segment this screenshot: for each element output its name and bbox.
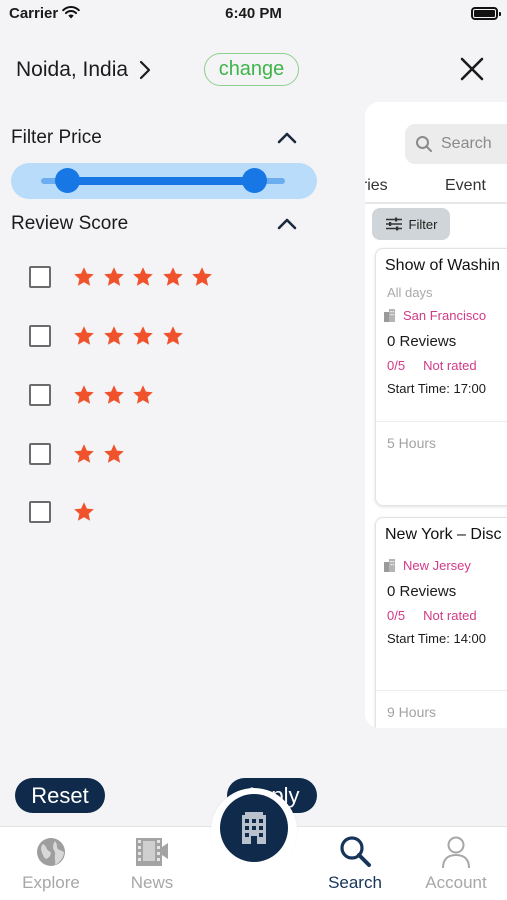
star-icon	[103, 326, 124, 345]
globe-icon	[37, 838, 65, 866]
star-icon	[74, 385, 94, 404]
review-score-checkbox[interactable]	[29, 266, 51, 288]
event-rating-text: Not rated	[423, 358, 477, 373]
building-icon	[384, 309, 395, 322]
results-panel: Search eries Event Filter Show of Washin…	[365, 102, 507, 728]
filter-button[interactable]: Filter	[372, 208, 450, 240]
event-start-time: Start Time: 14:00	[387, 631, 486, 646]
star-icon	[103, 267, 124, 286]
review-score-checkbox[interactable]	[29, 384, 51, 406]
status-bar: Carrier 6:40 PM	[0, 0, 507, 30]
reset-button[interactable]: Reset	[15, 778, 105, 813]
star-icon	[192, 267, 212, 286]
review-score-option[interactable]	[29, 442, 132, 466]
review-score-option[interactable]	[29, 265, 221, 289]
building-icon	[384, 559, 395, 572]
event-card[interactable]: New York – Disc New Jersey 0 Reviews 0/5…	[375, 517, 507, 728]
news-icon	[136, 838, 168, 866]
tab-account[interactable]: Account	[411, 835, 501, 893]
event-duration: 9 Hours	[387, 704, 437, 720]
slider-selected-range	[67, 177, 254, 185]
tab-search[interactable]: Search	[310, 835, 400, 893]
event-location: New Jersey	[383, 558, 471, 573]
event-rating: 0/5 Not rated	[387, 608, 477, 623]
event-rating: 0/5 Not rated	[387, 358, 477, 373]
review-score-option[interactable]	[29, 383, 162, 407]
event-location-name: New Jersey	[403, 558, 471, 573]
event-reviews: 0 Reviews	[387, 333, 457, 350]
review-score-checkbox[interactable]	[29, 325, 51, 347]
tab-label: Explore	[22, 873, 80, 892]
slider-max-handle[interactable]	[242, 168, 267, 193]
search-icon	[416, 136, 432, 152]
event-start-time: Start Time: 17:00	[387, 381, 486, 396]
star-icon	[74, 444, 94, 463]
close-icon[interactable]	[458, 55, 486, 83]
card-divider	[376, 421, 507, 422]
event-score: 0/5	[387, 608, 406, 623]
event-rating-text: Not rated	[423, 608, 477, 623]
star-icon	[103, 385, 124, 404]
star-rating	[73, 384, 162, 406]
event-location-name: San Francisco	[403, 308, 487, 323]
star-icon	[74, 267, 94, 286]
tab-label: News	[130, 873, 174, 892]
tab-series[interactable]: eries	[365, 177, 388, 195]
category-tabs: eries Event	[365, 174, 507, 202]
tab-label: Search	[328, 873, 382, 892]
location-selector[interactable]: Noida, India	[16, 52, 152, 88]
review-score-option[interactable]	[29, 500, 103, 524]
event-duration: 5 Hours	[387, 435, 437, 451]
event-location: San Francisco	[383, 308, 486, 323]
star-icon	[74, 502, 94, 521]
star-icon	[133, 385, 153, 404]
location-name: Noida, India	[16, 58, 129, 81]
tab-news[interactable]: News	[107, 835, 197, 893]
review-score-checkbox[interactable]	[29, 501, 51, 523]
review-score-checkbox[interactable]	[29, 443, 51, 465]
event-days: All days	[387, 285, 433, 300]
card-divider	[376, 690, 507, 691]
star-rating	[73, 325, 191, 347]
star-rating	[73, 443, 132, 465]
tabs-divider	[365, 202, 507, 204]
review-score-option[interactable]	[29, 324, 191, 348]
review-score-title: Review Score	[11, 213, 129, 234]
battery-icon	[471, 7, 501, 20]
search-placeholder: Search	[441, 135, 492, 152]
star-icon	[133, 267, 153, 286]
event-score: 0/5	[387, 358, 406, 373]
star-icon	[133, 326, 153, 345]
event-title: Show of Washin	[385, 257, 501, 274]
star-rating	[73, 266, 221, 288]
search-input[interactable]: Search	[405, 124, 507, 164]
change-location-button[interactable]: change	[204, 53, 299, 86]
chevron-up-icon[interactable]	[276, 131, 298, 145]
hotels-button[interactable]	[220, 794, 288, 862]
chevron-up-icon[interactable]	[276, 217, 298, 231]
star-icon	[103, 444, 124, 463]
tab-event[interactable]: Event	[445, 177, 486, 195]
filter-label: Filter	[408, 216, 438, 232]
tab-explore[interactable]: Explore	[6, 835, 96, 893]
filter-price-title: Filter Price	[11, 127, 102, 148]
star-icon	[162, 267, 183, 286]
tab-label: Account	[425, 873, 487, 892]
chevron-right-icon	[139, 60, 151, 80]
event-title: New York – Disc	[385, 526, 502, 543]
sliders-icon	[385, 217, 402, 231]
search-icon	[340, 836, 371, 867]
star-icon	[162, 326, 183, 345]
slider-min-handle[interactable]	[55, 168, 80, 193]
price-range-slider[interactable]	[11, 163, 317, 199]
clock: 6:40 PM	[225, 5, 282, 22]
person-icon	[442, 836, 470, 869]
star-icon	[74, 326, 94, 345]
event-card[interactable]: Show of Washin All days San Francisco 0 …	[375, 248, 507, 506]
event-reviews: 0 Reviews	[387, 583, 457, 600]
hotel-icon	[242, 812, 266, 844]
star-rating	[73, 501, 103, 523]
